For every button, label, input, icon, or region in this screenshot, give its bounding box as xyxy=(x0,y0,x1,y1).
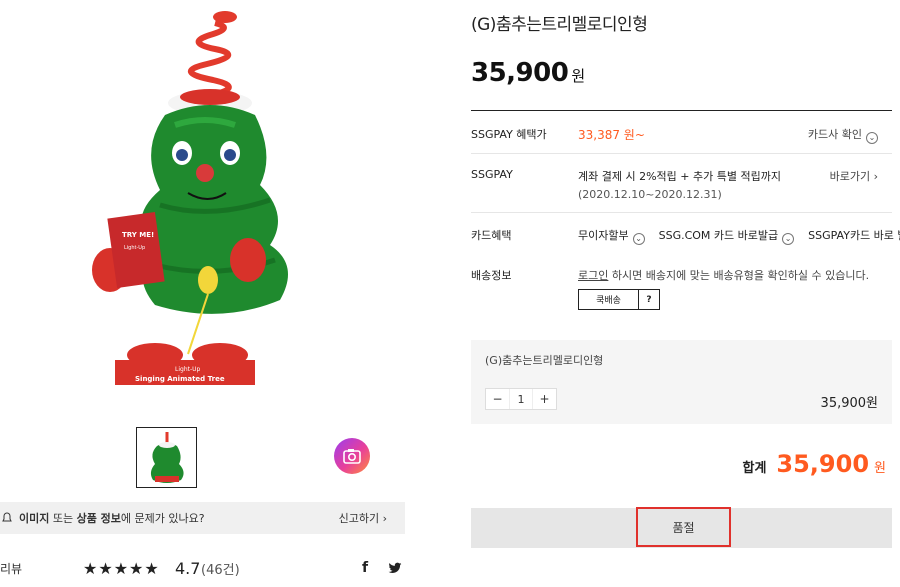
ssgpay-go-link[interactable]: 바로가기 › xyxy=(830,168,878,184)
twitter-icon[interactable] xyxy=(388,561,402,575)
star-rating: ★★★★★ xyxy=(83,558,160,578)
review-count[interactable]: (46건) xyxy=(201,559,240,578)
yellow-balloon xyxy=(198,266,218,294)
quantity-minus-button[interactable]: − xyxy=(486,389,509,409)
shipping-message: 로그인 하시면 배송지에 맞는 배송유형을 확인하실 수 있습니다. xyxy=(578,269,870,282)
svg-text:TRY ME!: TRY ME! xyxy=(122,231,154,239)
try-me-tag: TRY ME! Light-Up xyxy=(107,212,165,288)
product-price: 35,900 원 xyxy=(471,58,585,88)
shipping-label: 배송정보 xyxy=(471,269,512,282)
card-check-link[interactable]: 카드사 확인 ⌄ xyxy=(808,126,878,144)
product-main-image: TRY ME! Light-Up Light-Up Singing Animat… xyxy=(70,5,300,390)
chevron-down-icon: ⌄ xyxy=(632,233,645,245)
card-benefit-row: 카드혜택 무이자할부 ⌄ SSG.COM 카드 바로발급 ⌄ SSGPAY카드 바로… xyxy=(471,213,900,257)
total-value: 35,900 xyxy=(776,450,870,478)
total-price: 합계 35,900 원 xyxy=(742,450,886,478)
ssgpay-row: SSGPAY 계좌 결제 시 2%적립 + 추가 특별 적립까지 (2020.1… xyxy=(471,154,892,213)
report-message: 이미지 또는 상품 정보에 문제가 있나요? xyxy=(19,512,205,525)
selected-option-box: (G)춤추는트리멜로디인형 − 1 + 35,900원 xyxy=(471,340,892,424)
review-label: 리뷰 xyxy=(0,561,23,576)
svg-text:Light-Up: Light-Up xyxy=(124,245,145,251)
card-option-installment[interactable]: 무이자할부 ⌄ xyxy=(578,227,645,245)
option-name: (G)춤추는트리멜로디인형 xyxy=(485,354,604,367)
card-option-ssg-issue[interactable]: SSG.COM 카드 바로발급 ⌄ xyxy=(659,227,795,245)
facebook-icon[interactable]: f xyxy=(362,560,368,576)
ssgpay-period: (2020.12.10~2020.12.31) xyxy=(578,188,722,201)
chevron-down-icon: ⌄ xyxy=(782,233,795,245)
chevron-down-icon: ⌄ xyxy=(866,132,878,144)
option-price: 35,900원 xyxy=(820,396,878,411)
svg-text:Singing Animated Tree: Singing Animated Tree xyxy=(135,375,225,383)
right-mitten xyxy=(230,238,266,282)
login-link[interactable]: 로그인 xyxy=(578,269,608,282)
rating-value: 4.7 xyxy=(175,558,201,578)
ssgpay-label: SSGPAY xyxy=(471,168,513,181)
bell-icon xyxy=(0,511,14,525)
shipping-type-button[interactable]: 쿡배송 ? xyxy=(578,289,660,310)
total-unit: 원 xyxy=(874,461,886,476)
review-summary: 리뷰 ★★★★★ 4.7 (46건) f xyxy=(0,556,405,580)
svg-text:Light-Up: Light-Up xyxy=(175,366,201,373)
ssgpay-benefit-label: SSGPAY 혜택가 xyxy=(471,128,547,141)
quantity-value[interactable]: 1 xyxy=(509,389,533,409)
card-options: 무이자할부⌄ SSG.COM 카드 바로발급⌄ SSGPAY카드 바로 발급⌄ xyxy=(578,227,900,245)
product-info-table: SSGPAY 혜택가 33,387 원~ 카드사 확인 ⌄ SSGPAY 계좌 결… xyxy=(471,110,900,317)
quantity-plus-button[interactable]: + xyxy=(533,389,556,409)
report-link[interactable]: 신고하기 › xyxy=(339,510,387,526)
thumbnail-image[interactable] xyxy=(136,427,197,488)
total-label: 합계 xyxy=(742,461,767,476)
purchase-bar: 품절 xyxy=(471,507,892,548)
camera-lens-button[interactable] xyxy=(334,438,370,474)
product-title: (G)춤추는트리멜로디인형 xyxy=(471,15,648,35)
ssgpay-benefit-price: 33,387 원~ xyxy=(578,128,645,142)
camera-lens-icon xyxy=(343,449,361,464)
card-option-ssgpay-issue[interactable]: SSGPAY카드 바로 발급⌄ xyxy=(808,227,900,245)
ssgpay-desc-block: 계좌 결제 시 2%적립 + 추가 특별 적립까지 (2020.12.10~20… xyxy=(578,168,781,204)
card-benefit-label: 카드혜택 xyxy=(471,229,512,242)
shipping-row: 배송정보 로그인 하시면 배송지에 맞는 배송유형을 확인하실 수 있습니다. … xyxy=(471,257,892,317)
ssgpay-desc: 계좌 결제 시 2%적립 + 추가 특별 적립까지 xyxy=(578,170,781,183)
quantity-stepper: − 1 + xyxy=(485,388,557,410)
soldout-button[interactable]: 품절 xyxy=(636,507,731,547)
ssgpay-benefit-row: SSGPAY 혜택가 33,387 원~ 카드사 확인 ⌄ xyxy=(471,111,892,154)
report-bar: 이미지 또는 상품 정보에 문제가 있나요? 신고하기 › xyxy=(0,502,405,534)
help-icon[interactable]: ? xyxy=(639,290,659,309)
